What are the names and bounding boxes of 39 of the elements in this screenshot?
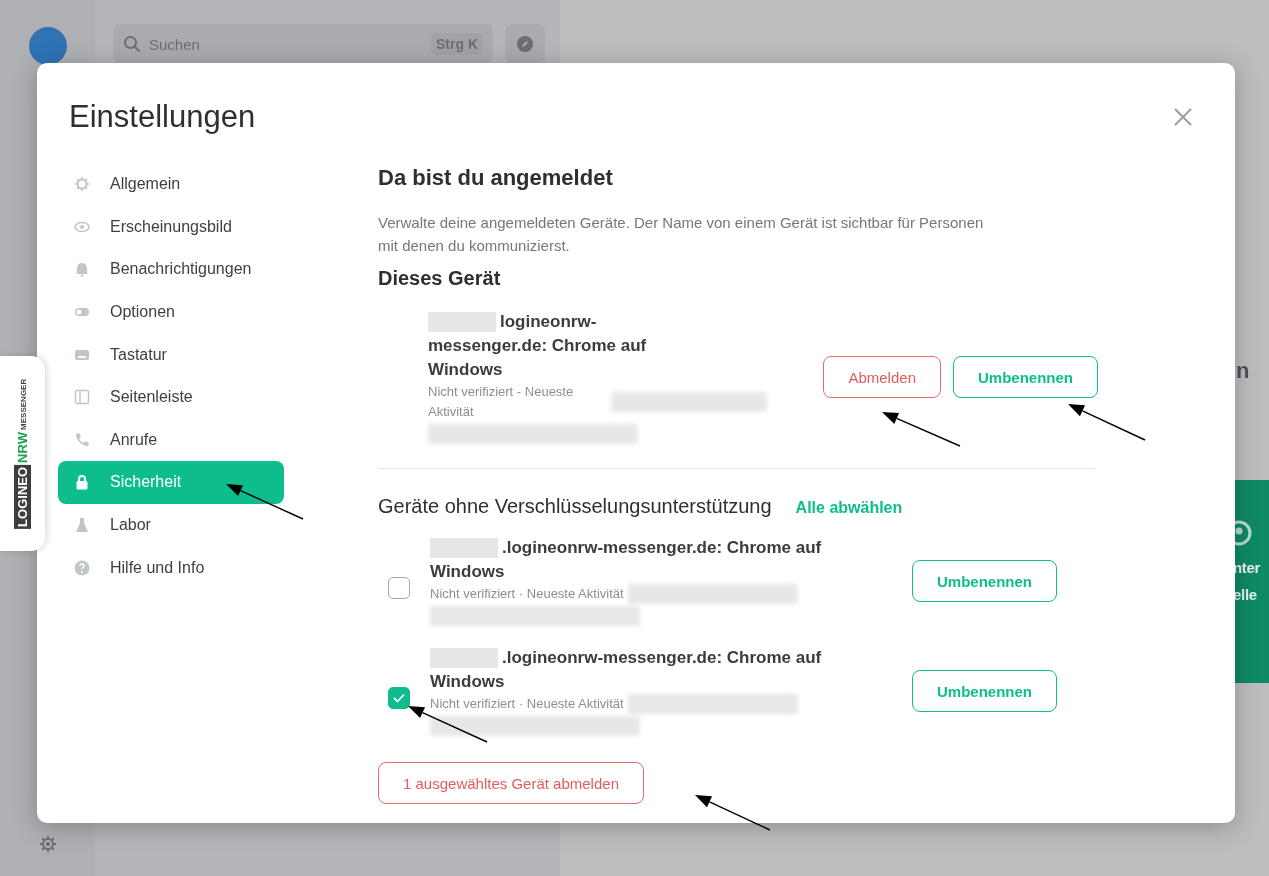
sign-out-selected-button[interactable]: 1 ausgewähltes Gerät abmelden [378,762,644,804]
gear-icon [74,176,90,193]
nav-item[interactable]: Hilfe und Info [58,546,284,589]
description-text: Verwalte deine angemeldeten Geräte. Der Name von einem Gerät ist sichtbar für Personen mit denen du kommunizierst. [378,213,985,256]
sidebar-icon [74,389,90,406]
settings-icon[interactable] [39,836,56,852]
search-icon [123,35,141,53]
nav-item[interactable]: Benachrichtigungen [58,248,284,291]
nav-item[interactable]: Seitenleiste [58,375,284,419]
nav-item[interactable]: Anrufe [58,418,284,462]
bell-icon [74,261,90,278]
check-icon [393,693,405,703]
device-status: Nicht verifiziert - Neueste Aktivität [428,383,575,421]
logo-text: MESSENGER [19,378,28,430]
checkbox[interactable] [388,577,410,599]
phone-icon [74,431,90,448]
nav-item[interactable]: Tastatur [58,333,284,376]
partial-text: n [1236,358,1250,383]
avatar[interactable] [28,27,67,65]
nav-item[interactable]: Optionen [58,290,284,334]
nav-item[interactable]: Allgemein [58,163,284,206]
explore-button[interactable] [505,24,545,64]
nav-item[interactable]: Erscheinungsbild [58,205,284,249]
device-status: Nicht verifiziert · Neueste Aktivität [430,585,624,603]
section-heading: Dieses Gerät [378,267,502,290]
close-icon[interactable] [1173,107,1193,127]
section-heading: Geräte ohne Verschlüsselungsunterstützung [378,495,772,518]
flask-icon [74,517,90,534]
device-status: Nicht verifiziert · Neueste Aktivität [430,695,624,713]
lock-icon [74,474,90,491]
section-heading: Da bist du angemeldet [378,165,614,191]
nav-item[interactable]: Labor [58,503,284,547]
sign-out-button[interactable]: Abmelden [823,356,941,398]
logo-text: LOGINEO [14,464,31,529]
dialog-title: Einstellungen [69,99,256,135]
logo-text: NRW [14,430,31,465]
help-icon [74,559,90,576]
checkbox[interactable] [388,687,410,709]
compass-icon [516,35,534,53]
